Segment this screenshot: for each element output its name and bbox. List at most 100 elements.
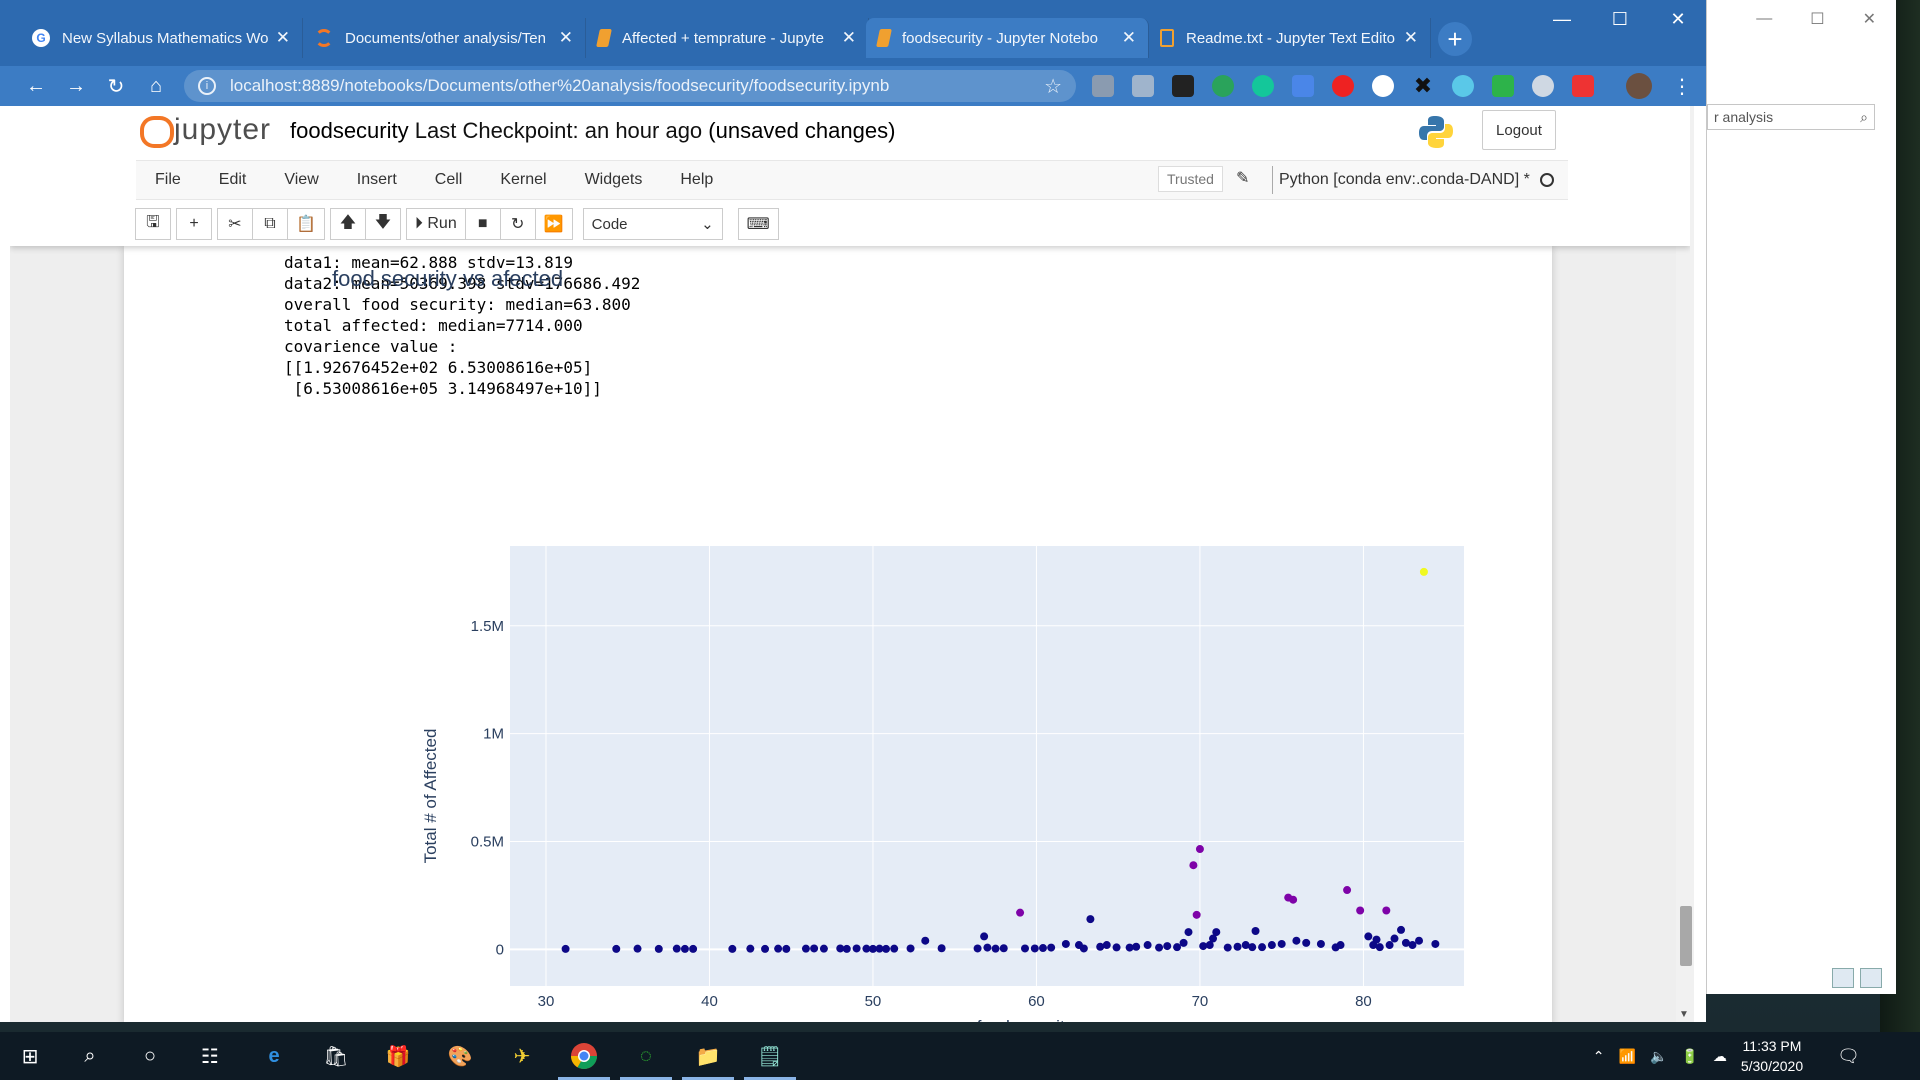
volume-icon[interactable]: 🔈 [1650, 1048, 1667, 1065]
search-icon[interactable]: ⌕ [74, 1040, 106, 1072]
minimize-icon[interactable]: — [1756, 10, 1772, 28]
new-tab-button[interactable]: + [1438, 22, 1472, 56]
bookmark-star-icon[interactable]: ☆ [1044, 74, 1062, 99]
menu-file[interactable]: File [136, 171, 200, 189]
notebook-title[interactable]: foodsecurity Last Checkpoint: an hour ag… [290, 118, 895, 144]
camera-icon[interactable] [1532, 75, 1554, 97]
grammarly-icon[interactable] [1252, 75, 1274, 97]
menu-insert[interactable]: Insert [338, 171, 416, 189]
move-down-icon[interactable]: 🡇 [364, 208, 401, 240]
battery-icon[interactable]: 🔋 [1681, 1048, 1698, 1065]
close-tab-icon[interactable]: ✕ [276, 28, 290, 48]
scroll-down-icon[interactable]: ▼ [1679, 1009, 1689, 1020]
save-icon[interactable]: 🖫 [135, 208, 171, 240]
extension-icon[interactable] [1172, 75, 1194, 97]
windows-start-icon[interactable]: ⊞ [14, 1040, 46, 1072]
extension-icon[interactable] [1452, 75, 1474, 97]
extension-icon[interactable] [1132, 75, 1154, 97]
task-view-icon[interactable]: ☷ [194, 1040, 226, 1072]
tab-0[interactable]: G New Syllabus Mathematics Wo ✕ [20, 18, 303, 58]
wifi-icon[interactable]: 📶 [1619, 1048, 1636, 1065]
move-up-icon[interactable]: 🡅 [329, 208, 366, 240]
onedrive-icon[interactable]: ☁ [1713, 1048, 1727, 1065]
copy-icon[interactable]: ⧉ [252, 208, 288, 240]
keyboard-icon[interactable]: ⌨ [737, 208, 779, 240]
close-tab-icon[interactable]: ✕ [1404, 28, 1418, 48]
translate-icon[interactable] [1292, 75, 1314, 97]
extension-icon[interactable] [1092, 75, 1114, 97]
chevron-up-icon[interactable]: ⌃ [1593, 1048, 1605, 1065]
cortana-icon[interactable]: ○ [134, 1040, 166, 1072]
scatter-point [1397, 925, 1406, 934]
scatter-point [1289, 895, 1298, 904]
back-icon[interactable]: ← [22, 72, 50, 100]
paint-icon[interactable]: 🎨 [444, 1040, 476, 1072]
restart-run-all-icon[interactable]: ⏩ [534, 208, 573, 240]
store-icon[interactable]: 🛍 [320, 1040, 352, 1072]
cut-icon[interactable]: ✂ [217, 208, 253, 240]
close-tab-icon[interactable]: ✕ [842, 28, 856, 48]
tools-icon[interactable]: ✖ [1412, 75, 1434, 97]
large-icons-view-icon[interactable] [1860, 968, 1882, 988]
anaconda-icon[interactable]: ◌ [620, 1040, 672, 1080]
close-icon[interactable]: ✕ [1863, 9, 1876, 29]
tab-3[interactable]: foodsecurity - Jupyter Notebo ✕ [866, 18, 1149, 58]
info-icon[interactable]: i [198, 77, 216, 95]
edge-icon[interactable]: e [258, 1040, 290, 1072]
scatter-point [1192, 910, 1201, 919]
reload-icon[interactable]: ↻ [102, 72, 130, 100]
details-view-icon[interactable] [1832, 968, 1854, 988]
clock[interactable]: 11:33 PM 5/30/2020 [1741, 1036, 1803, 1076]
tab-2[interactable]: Affected + temprature - Jupyte ✕ [586, 18, 869, 58]
file-explorer-icon[interactable]: 📁 [682, 1040, 734, 1080]
maximize-icon[interactable]: ☐ [1810, 9, 1824, 29]
jupyter-logo[interactable]: jupyter [138, 112, 271, 148]
insert-cell-icon[interactable]: + [176, 208, 212, 240]
screenshot-icon[interactable] [1572, 75, 1594, 97]
chrome-icon[interactable] [558, 1040, 610, 1080]
maximize-icon[interactable]: ☐ [1592, 0, 1648, 38]
background-explorer-window[interactable]: — ☐ ✕ r analysis ⌕ [1706, 0, 1896, 994]
scrollbar-thumb[interactable] [1680, 906, 1692, 966]
menu-widgets[interactable]: Widgets [566, 171, 662, 189]
run-button[interactable]: ⏵ Run [405, 208, 466, 240]
scatter-point [1364, 932, 1373, 941]
close-tab-icon[interactable]: ✕ [1122, 28, 1136, 48]
tab-1[interactable]: Documents/other analysis/Ten ✕ [303, 18, 586, 58]
extension-icon[interactable] [1492, 75, 1514, 97]
menu-view[interactable]: View [265, 171, 337, 189]
scatter-plot[interactable]: 3040506070809000.5M1M1.5MTotal # of Affe… [264, 456, 1464, 1022]
home-icon[interactable]: ⌂ [142, 72, 170, 100]
adblock-icon[interactable] [1332, 75, 1354, 97]
extension-icon[interactable] [1372, 75, 1394, 97]
extension-icon[interactable] [1212, 75, 1234, 97]
close-tab-icon[interactable]: ✕ [559, 28, 573, 48]
scatter-point [1375, 943, 1384, 952]
notification-icon[interactable]: 🗨 [1837, 1046, 1860, 1067]
cell-type-select[interactable]: Code ⌄ [582, 208, 723, 240]
close-window-icon[interactable]: ✕ [1650, 0, 1706, 38]
menu-edit[interactable]: Edit [200, 171, 266, 189]
menu-kebab-icon[interactable]: ⋮ [1668, 72, 1696, 100]
notepad-icon[interactable]: 🗒 [744, 1040, 796, 1080]
app-icon[interactable]: ✈ [506, 1040, 538, 1072]
interrupt-icon[interactable]: ■ [464, 208, 501, 240]
explorer-search-box[interactable]: r analysis ⌕ [1707, 104, 1875, 130]
forward-icon[interactable]: → [62, 72, 90, 100]
profile-avatar[interactable] [1626, 73, 1652, 99]
menu-help[interactable]: Help [661, 171, 732, 189]
trusted-indicator[interactable]: Trusted [1158, 166, 1223, 192]
minimize-icon[interactable]: — [1534, 0, 1590, 38]
menu-cell[interactable]: Cell [416, 171, 482, 189]
address-bar[interactable]: i localhost:8889/notebooks/Documents/oth… [184, 70, 1076, 102]
gift-icon[interactable]: 🎁 [382, 1040, 414, 1072]
notebook-name[interactable]: foodsecurity [290, 118, 409, 143]
kernel-indicator[interactable]: Python [conda env:.conda-DAND] * [1272, 166, 1554, 194]
menu-kernel[interactable]: Kernel [481, 171, 565, 189]
logout-button[interactable]: Logout [1482, 110, 1556, 150]
scatter-point [1212, 928, 1221, 937]
scatter-point [654, 944, 663, 953]
paste-icon[interactable]: 📋 [287, 208, 325, 240]
tab-4[interactable]: Readme.txt - Jupyter Text Edito ✕ [1148, 18, 1431, 58]
restart-icon[interactable]: ↻ [499, 208, 536, 240]
